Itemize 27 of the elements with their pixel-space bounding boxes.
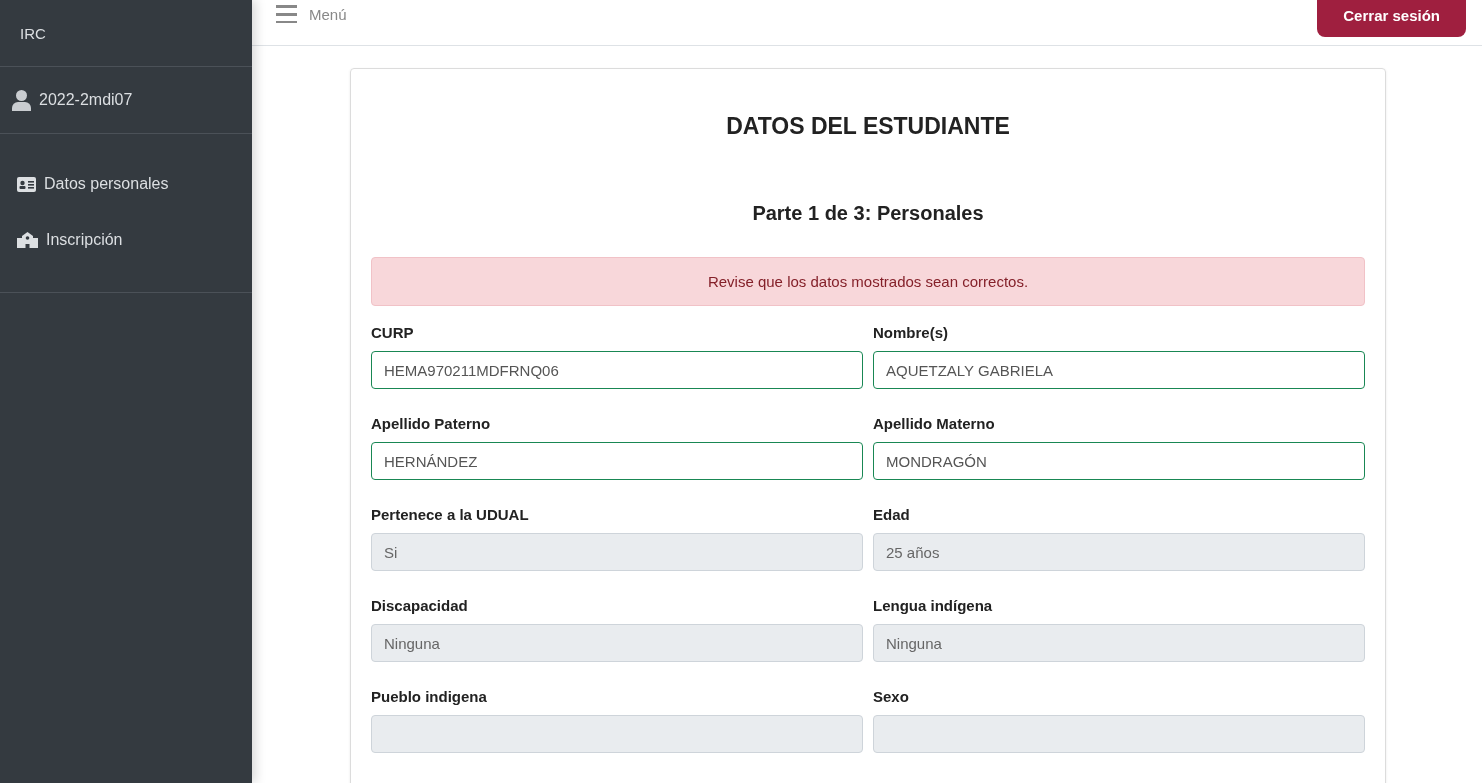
field-label: Pertenece a la UDUAL [371,506,530,523]
field-label: Lengua indígena [873,597,994,614]
field-label: Discapacidad [371,597,469,614]
input-field[interactable]: HERNÁNDEZ [371,442,863,480]
input-field[interactable]: MONDRAGÓN [873,442,1365,480]
logout-button[interactable]: Cerrar sesión [1317,0,1466,37]
menu-icon[interactable] [276,5,297,23]
menu-label[interactable]: Menú [309,5,347,23]
id-card-icon [17,176,36,192]
field-label: Edad [873,506,911,523]
section-title: Parte 1 de 3: Personales [751,202,985,225]
sidebar-item[interactable]: Inscripción [0,212,252,268]
school-icon [17,232,38,248]
brand-name: IRC [20,24,46,42]
field-label: Apellido Materno [873,415,996,432]
field-label: Apellido Paterno [371,415,492,432]
input-field[interactable]: HEMA970211MDFRNQ06 [371,351,863,389]
input-field[interactable]: AQUETZALY GABRIELA [873,351,1365,389]
alert-message: Revise que los datos mostrados sean correctos. [371,257,1365,306]
field-label: Pueblo indigena [371,688,488,705]
user-icon [12,89,31,111]
field-label: CURP [371,324,415,341]
page-title: DATOS DEL ESTUDIANTE [725,113,1011,140]
user-name: 2022-2mdi07 [39,91,133,109]
field-label: Sexo [873,688,910,705]
sidebar-item[interactable]: Datos personales [0,156,252,212]
field-label: Nombre(s) [873,324,949,341]
